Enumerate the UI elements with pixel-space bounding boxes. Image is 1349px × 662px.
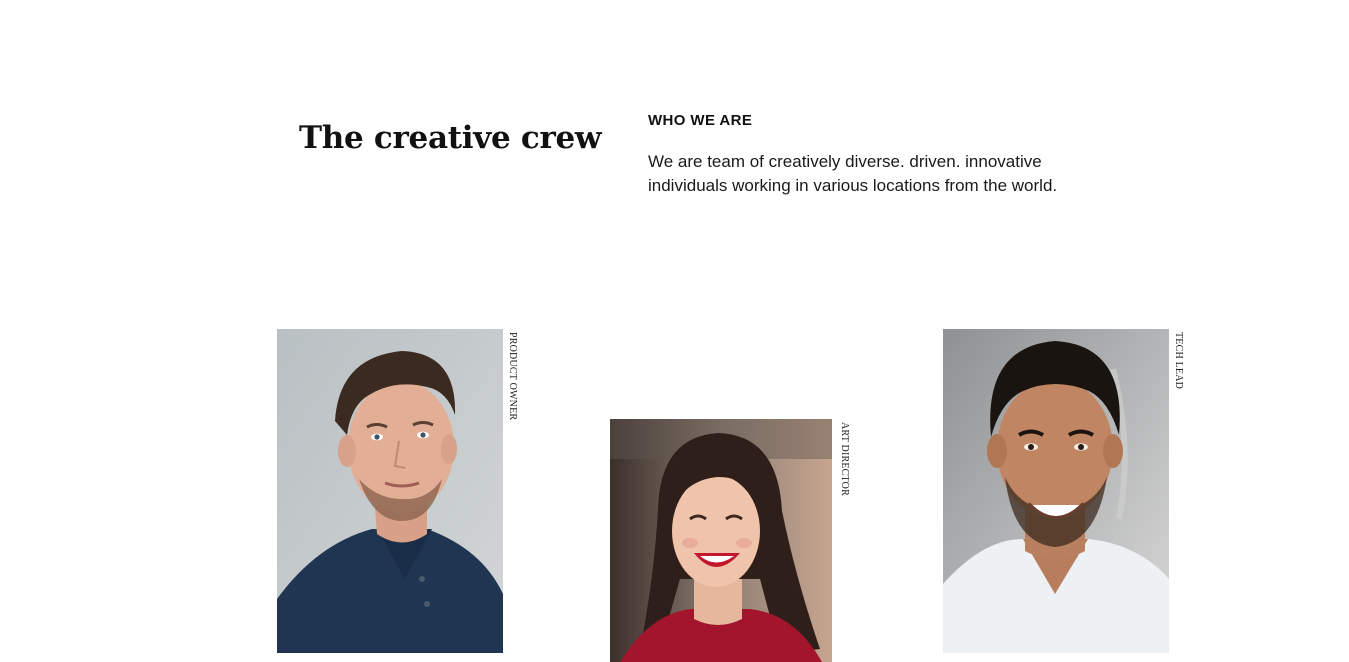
section-title: The creative crew: [299, 120, 602, 156]
team-role-label: PRODUCT OWNER: [507, 332, 518, 421]
section-intro: We are team of creatively diverse. drive…: [648, 152, 1058, 195]
team-role-label: TECH LEAD: [1173, 332, 1184, 390]
team-card-art-director: ART DIRECTOR: [610, 419, 853, 662]
team-card-tech-lead: TECH LEAD: [943, 329, 1188, 653]
team-photo-tech-lead: [943, 329, 1169, 653]
team-card-product-owner: PRODUCT OWNER: [277, 329, 522, 653]
section-eyebrow: WHO WE ARE: [648, 112, 753, 129]
team-role-label: ART DIRECTOR: [839, 422, 850, 496]
team-section: The creative crew WHO WE ARE We are team…: [0, 0, 1349, 662]
team-photo-product-owner: [277, 329, 503, 653]
man-portrait-icon: [277, 329, 503, 653]
team-photo-art-director: [610, 419, 832, 662]
man-portrait-icon: [943, 329, 1169, 653]
woman-portrait-icon: [610, 419, 832, 662]
